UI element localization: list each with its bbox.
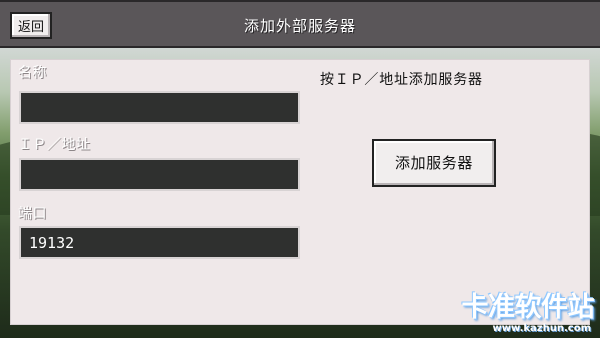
minecraft-add-external-server-screen: 返回 添加外部服务器 名称 ＩＰ／地址 端口 按ＩＰ／地址添加服务器 添加服务器… (0, 0, 600, 338)
add-by-address-hint: 按ＩＰ／地址添加服务器 (320, 72, 483, 88)
server-port-input[interactable] (19, 226, 300, 259)
server-name-label: 名称 (18, 65, 47, 81)
server-port-label: 端口 (18, 206, 47, 222)
screen-title: 添加外部服务器 (243, 17, 356, 35)
add-server-button[interactable]: 添加服务器 (372, 139, 496, 187)
server-address-input[interactable] (19, 158, 300, 191)
server-name-input[interactable] (19, 91, 300, 124)
server-address-label: ＩＰ／地址 (18, 137, 91, 153)
server-form-panel: 名称 ＩＰ／地址 端口 按ＩＰ／地址添加服务器 添加服务器 (10, 59, 590, 325)
top-toolbar: 返回 添加外部服务器 (0, 0, 600, 48)
